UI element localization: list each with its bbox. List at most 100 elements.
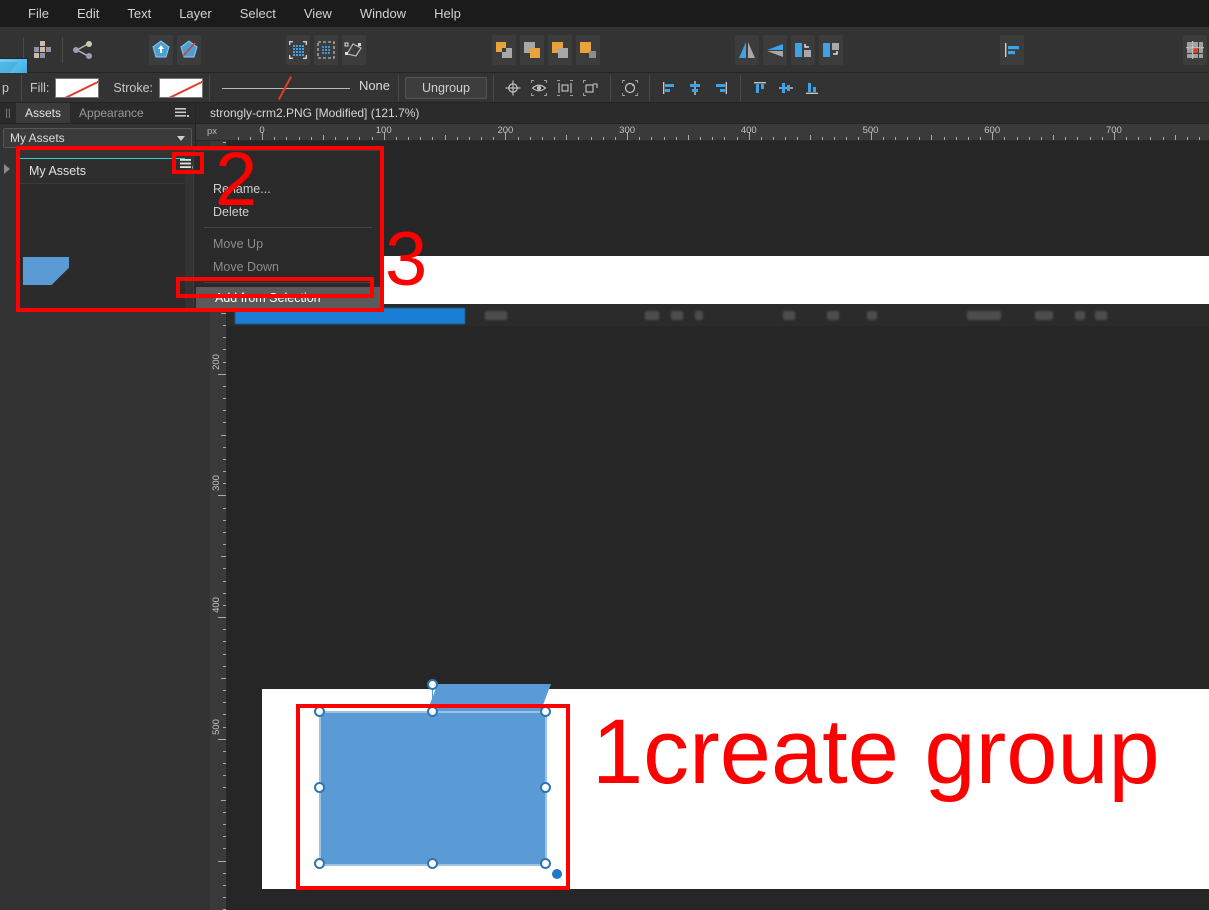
align-top-icon[interactable] (748, 77, 772, 99)
ruler-tick (223, 884, 226, 886)
context-menu-item-rename[interactable]: Rename... (194, 177, 382, 200)
assets-category-select[interactable]: My Assets (3, 128, 192, 148)
stroke-width-control[interactable]: None (222, 75, 392, 100)
ruler-tick (700, 137, 702, 140)
selection-handle-bottom-center[interactable] (427, 858, 438, 869)
ruler-tick (1004, 137, 1006, 140)
asset-group-my-assets[interactable]: My Assets (17, 158, 185, 310)
no-persona-icon[interactable] (176, 34, 201, 65)
align-text-icon[interactable] (1000, 34, 1025, 65)
context-menu-item-0[interactable] (194, 154, 382, 177)
ruler-tick (223, 361, 226, 363)
selection-handle-middle-right[interactable] (540, 782, 551, 793)
menu-item-file[interactable]: File (14, 2, 63, 25)
show-hide-icon[interactable] (527, 77, 551, 99)
assets-body: My Assets (0, 150, 196, 910)
move-origin-icon[interactable] (501, 77, 525, 99)
document-text-fragment (967, 311, 1001, 320)
menu-item-select[interactable]: Select (226, 2, 290, 25)
panel-hamburger-menu-icon[interactable] (169, 103, 195, 123)
tab-assets[interactable]: Assets (16, 103, 71, 123)
ruler-tick (1016, 137, 1018, 140)
align-right-icon[interactable] (709, 77, 733, 99)
boolean-add-icon[interactable] (548, 34, 573, 65)
ruler-tick (223, 458, 226, 460)
ruler-tick (444, 135, 446, 140)
ruler-tick (221, 677, 226, 679)
selection-handle-bottom-right[interactable] (540, 858, 551, 869)
context-menu-item-add-from-selection[interactable]: Add from Selection (196, 287, 380, 308)
align-bottom-icon[interactable] (800, 77, 824, 99)
flip-horizontal-icon[interactable] (734, 34, 759, 65)
ruler-tick (639, 137, 641, 140)
ruler-tick (371, 137, 373, 140)
menu-item-layer[interactable]: Layer (165, 2, 226, 25)
rotate-right-icon[interactable] (818, 34, 843, 65)
selection-handle-top-center[interactable] (427, 706, 438, 717)
ruler-tick (882, 137, 884, 140)
rotation-handle[interactable] (427, 679, 438, 690)
boolean-xor-icon[interactable] (492, 34, 517, 65)
pixel-selection-icon[interactable] (314, 34, 339, 65)
duplicate-icon[interactable] (579, 77, 603, 99)
assets-grid-icon[interactable] (32, 35, 54, 65)
ruler-tick (432, 137, 434, 140)
selection-handle-bottom-left[interactable] (314, 858, 325, 869)
ruler-tick (223, 446, 226, 448)
menu-item-text[interactable]: Text (113, 2, 165, 25)
document-tab-bar: strongly-crm2.PNG [Modified] (121.7%) (196, 103, 1209, 124)
ruler-tick (554, 137, 556, 140)
menu-item-edit[interactable]: Edit (63, 2, 113, 25)
ruler-tick (221, 556, 226, 558)
menu-item-help[interactable]: Help (420, 2, 475, 25)
ruler-tick (395, 137, 397, 140)
ruler-tick (218, 738, 226, 740)
pixel-grid-icon[interactable] (286, 34, 311, 65)
snapping-grid-icon[interactable] (1182, 34, 1207, 65)
context-menu-item-move-down[interactable]: Move Down (194, 255, 382, 278)
context-menu-item-move-up[interactable]: Move Up (194, 232, 382, 255)
boolean-subtract-icon[interactable] (520, 34, 545, 65)
shape-rectangle-selected[interactable] (319, 711, 547, 866)
transform-selection-icon[interactable] (342, 34, 367, 65)
ruler-tick (223, 544, 226, 546)
rotate-left-icon[interactable] (790, 34, 815, 65)
menu-item-view[interactable]: View (290, 2, 346, 25)
share-nodes-icon[interactable] (71, 35, 95, 65)
panel-grip-icon[interactable]: || (0, 103, 16, 123)
export-persona-icon[interactable] (148, 34, 173, 65)
flip-vertical-icon[interactable] (762, 34, 787, 65)
selection-handle-top-right[interactable] (540, 706, 551, 717)
fill-swatch[interactable] (55, 77, 100, 98)
selection-handle-top-left[interactable] (314, 706, 325, 717)
ruler-tick (566, 135, 568, 140)
stroke-swatch[interactable] (159, 77, 204, 98)
ruler-tick (894, 137, 896, 140)
reset-rotation-icon[interactable] (618, 77, 642, 99)
asset-group-context-menu[interactable]: Rename... Delete Move Up Move Down Add f… (193, 150, 383, 312)
align-middle-vertical-icon[interactable] (774, 77, 798, 99)
boolean-intersect-icon[interactable] (576, 34, 601, 65)
ruler-tick (809, 135, 811, 140)
context-menu-item-delete[interactable]: Delete (194, 200, 382, 223)
options-group-label: p (2, 80, 9, 95)
ruler-tick (223, 897, 226, 898)
ruler-label: 700 (1105, 125, 1122, 136)
asset-thumbnail[interactable] (23, 257, 69, 285)
distribute-icon[interactable] (553, 77, 577, 99)
horizontal-ruler[interactable]: px 0 100 200 300 400 500 600 700 (196, 124, 1209, 141)
ungroup-button[interactable]: Ungroup (405, 76, 487, 99)
align-left-icon[interactable] (657, 77, 681, 99)
document-title[interactable]: strongly-crm2.PNG [Modified] (121.7%) (210, 106, 419, 120)
stroke-label: Stroke: (113, 80, 154, 95)
disclosure-triangle-icon[interactable] (4, 164, 10, 174)
ruler-tick (223, 836, 226, 838)
ruler-tick (286, 137, 288, 140)
align-center-horizontal-icon[interactable] (683, 77, 707, 99)
ruler-tick (1199, 137, 1201, 140)
menu-item-window[interactable]: Window (346, 2, 420, 25)
tab-appearance[interactable]: Appearance (70, 103, 153, 123)
selection-handle-corner-radius[interactable] (552, 869, 562, 879)
selection-handle-middle-left[interactable] (314, 782, 325, 793)
ruler-label: 200 (497, 125, 514, 136)
